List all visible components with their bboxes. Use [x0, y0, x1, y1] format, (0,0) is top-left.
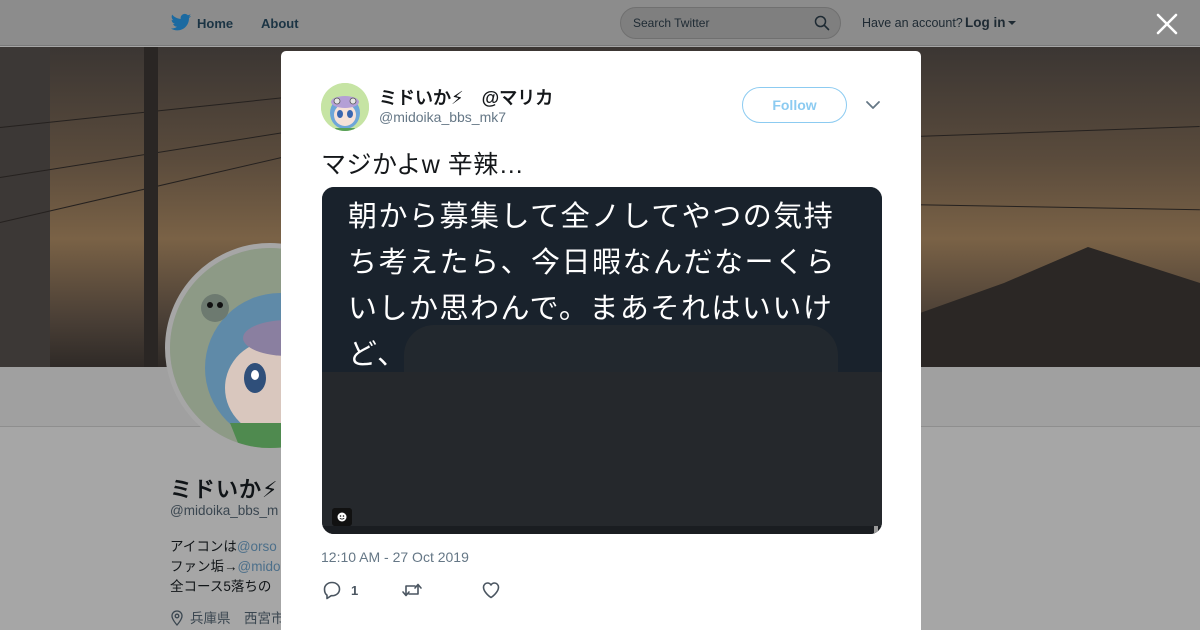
bio-text: ファン垢→ — [170, 559, 238, 574]
search-input[interactable] — [633, 16, 803, 30]
retweet-icon[interactable] — [401, 580, 423, 600]
login-link[interactable]: Log in — [965, 15, 1006, 30]
bio-text: 全コース5落ちの — [170, 579, 272, 594]
tweet-text: マジかよw 辛辣… — [321, 151, 525, 179]
caret-down-icon[interactable] — [1008, 21, 1016, 25]
profile-bio-line: ファン垢→@mido — [170, 555, 280, 575]
search-box[interactable] — [620, 7, 841, 39]
profile-bio-line: 全コース5落ちの — [170, 575, 271, 595]
tweet-timestamp[interactable]: 12:10 AM - 27 Oct 2019 — [321, 549, 469, 565]
profile-bio-line: アイコンは@orso — [170, 535, 277, 555]
location-text: 兵庫県 西宮市 — [190, 611, 285, 626]
search-icon[interactable] — [814, 15, 830, 31]
tweet-media-gif[interactable]: 朝から募集して全ノしてやつの気持 ち考えたら、今日暇なんだなーくら いしか思わん… — [322, 187, 882, 534]
tweet-author-avatar[interactable] — [321, 83, 369, 131]
tweet-author-handle[interactable]: @midoika_bbs_mk7 — [379, 109, 506, 125]
nav-about-link[interactable]: About — [261, 16, 299, 31]
profile-location: 兵庫県 西宮市 — [170, 607, 285, 627]
media-text-line: ち考えたら、今日暇なんだなーくら — [348, 247, 837, 279]
heart-icon[interactable] — [481, 580, 501, 600]
reply-icon[interactable] — [322, 580, 342, 600]
banner-house-roof — [920, 247, 1200, 367]
media-text-line: 朝から募集して全ノしてやつの気持 — [348, 201, 835, 233]
avatar-illustration — [321, 83, 369, 131]
bio-link[interactable]: @orso — [237, 539, 277, 554]
gif-badge-icon — [332, 508, 352, 526]
twitter-bird-icon[interactable] — [170, 13, 192, 33]
profile-handle: @midoika_bbs_m — [170, 503, 279, 518]
tweet-modal: ミドいか⚡ @マリカ @midoika_bbs_mk7 Follow マジかよw… — [281, 51, 921, 630]
media-dark-area — [322, 372, 882, 534]
chevron-down-icon[interactable] — [865, 98, 881, 112]
bio-link[interactable]: @mido — [238, 559, 281, 574]
tweet-author-name[interactable]: ミドいか⚡ @マリカ — [379, 84, 553, 110]
have-account-text: Have an account? — [862, 16, 963, 30]
media-text-line: いしか思わんで。まあそれはいいけ — [348, 293, 834, 325]
follow-button[interactable]: Follow — [742, 87, 847, 123]
media-progress-knob[interactable] — [874, 526, 878, 534]
banner-building — [0, 47, 50, 367]
bio-text: アイコンは — [170, 539, 237, 554]
nav-home-link[interactable]: Home — [197, 16, 233, 31]
location-pin-icon — [171, 610, 183, 626]
media-progress-bar[interactable] — [322, 526, 882, 534]
close-icon[interactable] — [1155, 12, 1179, 36]
media-text-line: ど、 — [348, 339, 408, 371]
profile-display-name: ミドいか⚡ — [170, 477, 279, 502]
reply-count: 1 — [351, 583, 359, 598]
top-navigation-bar: Home About Have an account? Log in — [0, 0, 1200, 46]
banner-utility-pole — [144, 47, 158, 367]
